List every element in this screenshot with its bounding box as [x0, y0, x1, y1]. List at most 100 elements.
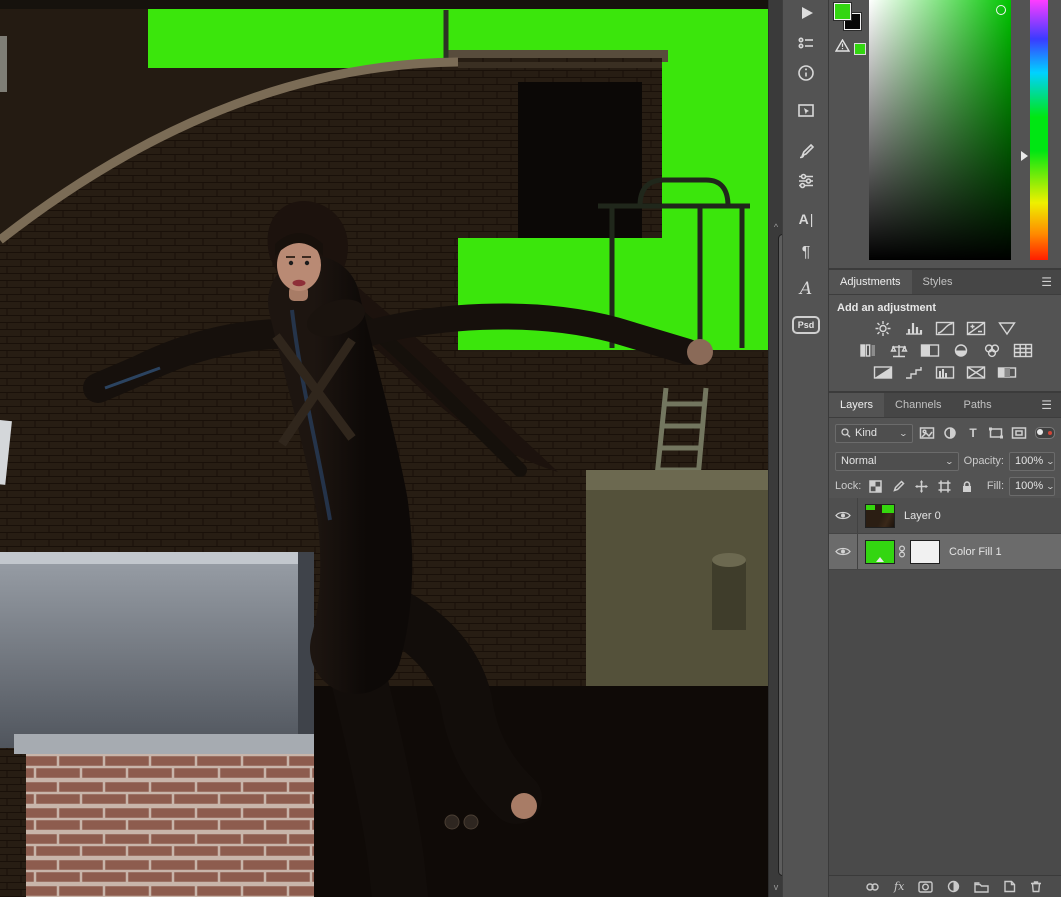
layer-mask-thumbnail[interactable]: [910, 539, 940, 564]
mask-link-icon[interactable]: [896, 545, 908, 558]
layer-row-color-fill-1[interactable]: Color Fill 1: [829, 534, 1061, 570]
filter-shape-layers-icon[interactable]: [987, 425, 1005, 441]
color-picker-panel: [829, 0, 1061, 268]
visibility-eye-icon[interactable]: [829, 498, 858, 533]
actions-icon[interactable]: [790, 0, 822, 26]
panel-icon-dock: A | ¶ A Psd: [782, 0, 828, 897]
photo-filter-icon[interactable]: [949, 342, 973, 359]
black-white-icon[interactable]: [918, 342, 942, 359]
adjustment-icons-row-3: [837, 364, 1053, 381]
fill-value: 100%: [1015, 480, 1044, 492]
chevron-down-icon: ⌄: [944, 456, 954, 466]
psd-badge-label: Psd: [791, 316, 821, 334]
panel-menu-icon[interactable]: ☰: [1033, 393, 1061, 417]
info-icon[interactable]: [790, 60, 822, 86]
fx-label: fx: [894, 880, 905, 893]
layer-filter-row: Kind ⌄ T: [829, 418, 1061, 448]
lock-all-icon[interactable]: [958, 478, 976, 494]
tab-channels[interactable]: Channels: [884, 393, 952, 417]
tab-layers-label: Layers: [840, 399, 874, 411]
color-picker-marker[interactable]: [996, 5, 1006, 15]
lock-label: Lock:: [835, 480, 862, 492]
tab-adjustments[interactable]: Adjustments: [829, 270, 912, 294]
chevron-down-icon: ⌄: [1045, 456, 1056, 466]
fill-dropdown[interactable]: 100% ⌄: [1009, 476, 1056, 496]
layer-filter-dropdown[interactable]: Kind ⌄: [835, 423, 913, 443]
selective-color-icon[interactable]: [964, 364, 988, 381]
document-canvas[interactable]: [0, 0, 768, 897]
psd-badge-icon[interactable]: Psd: [790, 312, 822, 338]
lock-position-icon[interactable]: [912, 478, 930, 494]
scroll-down-icon[interactable]: v: [769, 882, 783, 892]
add-layer-mask-icon[interactable]: [918, 880, 933, 893]
new-adjustment-layer-icon[interactable]: [947, 880, 960, 893]
saturation-brightness-field[interactable]: [869, 0, 1011, 260]
lock-artboard-icon[interactable]: [935, 478, 953, 494]
curves-icon[interactable]: [933, 320, 957, 337]
add-adjustment-label: Add an adjustment: [837, 302, 937, 314]
tool-presets-icon[interactable]: [790, 30, 822, 56]
fill-layer-thumbnail[interactable]: [865, 539, 895, 564]
blend-mode-dropdown[interactable]: Normal ⌄: [835, 451, 959, 471]
opacity-dropdown[interactable]: 100% ⌄: [1009, 451, 1056, 471]
canvas-image: [0, 0, 768, 897]
lock-transparency-icon[interactable]: [866, 478, 884, 494]
posterize-icon[interactable]: [902, 364, 926, 381]
chevron-down-icon: ⌄: [1045, 481, 1056, 491]
gamut-color-swatch[interactable]: [854, 43, 866, 55]
layer-row-layer0[interactable]: Layer 0: [829, 498, 1061, 534]
properties-icon[interactable]: [790, 168, 822, 194]
layer-list: Layer 0 Color Fill 1: [829, 498, 1061, 875]
adjustments-tabbar: Adjustments Styles ☰: [829, 270, 1061, 295]
brightness-contrast-icon[interactable]: [871, 320, 895, 337]
tab-paths[interactable]: Paths: [953, 393, 1003, 417]
channel-mixer-icon[interactable]: [980, 342, 1004, 359]
rooftop-unit: [586, 470, 768, 718]
lock-pixels-icon[interactable]: [889, 478, 907, 494]
tab-styles[interactable]: Styles: [912, 270, 964, 294]
color-balance-icon[interactable]: [887, 342, 911, 359]
link-layers-icon[interactable]: [865, 882, 880, 892]
panel-menu-icon[interactable]: ☰: [1033, 270, 1061, 294]
exposure-icon[interactable]: [964, 320, 988, 337]
opacity-label: Opacity:: [963, 455, 1004, 467]
layer-filtering-toggle[interactable]: [1035, 427, 1055, 439]
new-layer-icon[interactable]: [1003, 880, 1016, 893]
tab-layers[interactable]: Layers: [829, 393, 885, 417]
invert-icon[interactable]: [871, 364, 895, 381]
hue-slider-pointer[interactable]: [1021, 151, 1028, 161]
filter-pixel-layers-icon[interactable]: [918, 425, 936, 441]
layer-effects-icon[interactable]: fx: [894, 880, 904, 893]
vibrance-icon[interactable]: [995, 320, 1019, 337]
color-lookup-icon[interactable]: [1011, 342, 1035, 359]
chevron-down-icon: ⌄: [898, 428, 909, 438]
brush-settings-icon[interactable]: [790, 138, 822, 164]
layers-tabbar: Layers Channels Paths ☰: [829, 393, 1061, 418]
lock-row: Lock: Fill: 100% ⌄: [829, 474, 1061, 498]
brick-chimney: [14, 734, 318, 897]
adjustments-panel: Adjustments Styles ☰ Add an adjustment: [829, 270, 1061, 391]
glyphs-panel-icon[interactable]: A: [790, 276, 822, 302]
layer-name[interactable]: Layer 0: [904, 510, 941, 522]
layer-name[interactable]: Color Fill 1: [949, 546, 1002, 558]
paragraph-panel-icon[interactable]: ¶: [790, 240, 822, 266]
hue-slider[interactable]: [1030, 0, 1048, 260]
concrete-ledge: [0, 552, 314, 748]
new-group-icon[interactable]: [974, 881, 989, 893]
canvas-vertical-scrollbar[interactable]: ^ v: [768, 0, 787, 897]
scroll-up-icon[interactable]: ^: [769, 222, 783, 232]
filter-adjustment-layers-icon[interactable]: [941, 425, 959, 441]
gradient-map-icon[interactable]: [995, 364, 1019, 381]
visibility-eye-icon[interactable]: [829, 534, 858, 569]
hue-saturation-icon[interactable]: [856, 342, 880, 359]
threshold-icon[interactable]: [933, 364, 957, 381]
filter-smart-objects-icon[interactable]: [1010, 425, 1028, 441]
blend-mode-value: Normal: [841, 455, 877, 467]
layer-thumbnail[interactable]: [865, 503, 895, 528]
character-panel-icon[interactable]: A |: [790, 206, 822, 232]
delete-layer-icon[interactable]: [1030, 880, 1042, 893]
foreground-color-swatch[interactable]: [834, 3, 851, 20]
navigator-icon[interactable]: [790, 98, 822, 124]
filter-type-layers-icon[interactable]: T: [964, 425, 982, 441]
levels-icon[interactable]: [902, 320, 926, 337]
